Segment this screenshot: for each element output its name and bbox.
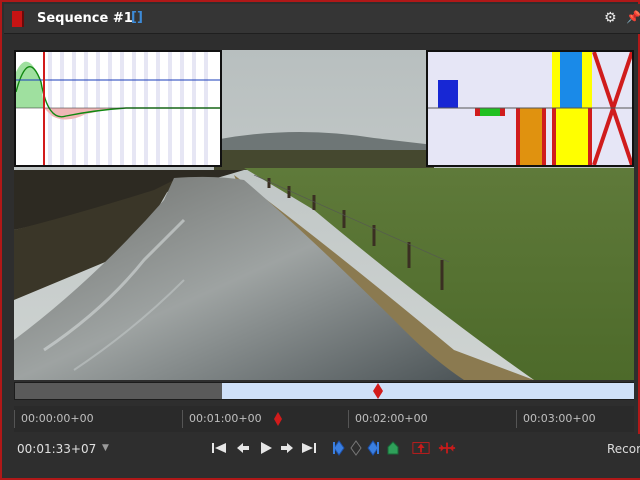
cut-out-button[interactable] — [438, 438, 456, 458]
pin-icon[interactable]: 📌 — [626, 10, 640, 24]
next-mark-button[interactable] — [364, 438, 382, 458]
ruler-tick: 00:01:00+00 — [182, 410, 262, 428]
empty-diamond-icon — [350, 440, 362, 456]
play-icon — [261, 442, 272, 454]
go-to-start-button[interactable] — [210, 438, 228, 458]
levels-overlay — [426, 50, 634, 167]
clear-mark-button[interactable] — [347, 438, 365, 458]
set-mark-button[interactable] — [330, 438, 348, 458]
ruler-tick: 00:03:00+00 — [516, 410, 596, 428]
title-bar: Sequence #1 [] ⚙ 📌 — [4, 4, 640, 34]
go-to-end-button[interactable] — [300, 438, 318, 458]
sequence-window: Sequence #1 [] ⚙ 📌 00:00:00+00 00:01:00+… — [0, 0, 640, 480]
arrow-right-icon — [281, 443, 293, 453]
ruler-tick: 00:00:00+00 — [14, 410, 94, 428]
skip-back-icon — [212, 443, 226, 453]
playhead-marker-icon[interactable] — [373, 383, 383, 399]
step-back-button[interactable] — [234, 438, 252, 458]
response-curve-graph — [15, 52, 220, 165]
sequence-flag-icon — [12, 11, 24, 27]
ruler-tick: 00:02:00+00 — [348, 410, 428, 428]
current-timecode[interactable]: 00:01:33+07 — [17, 442, 96, 456]
record-label[interactable]: Recor — [607, 442, 640, 456]
time-ruler[interactable]: 00:00:00+00 00:01:00+00 00:02:00+00 00:0… — [14, 406, 634, 432]
title-bracket[interactable]: [] — [131, 10, 143, 25]
settings-gears-icon[interactable]: ⚙ — [604, 10, 617, 26]
transport-bar: 00:01:33+07 ▼ Recor — [4, 434, 640, 478]
mark-next-icon — [367, 440, 379, 456]
scrub-bar[interactable] — [14, 382, 634, 400]
skip-forward-icon — [302, 443, 316, 453]
step-forward-button[interactable] — [278, 438, 296, 458]
drop-marker-button[interactable] — [384, 438, 402, 458]
marker-house-icon — [387, 441, 399, 455]
play-button[interactable] — [257, 438, 275, 458]
arrow-left-icon — [237, 443, 249, 453]
cut-in-icon — [412, 442, 430, 454]
cut-in-button[interactable] — [412, 438, 430, 458]
ruler-playhead-icon[interactable] — [274, 412, 282, 426]
window-title: Sequence #1 — [37, 11, 133, 26]
color-levels-graph — [428, 51, 634, 166]
mark-diamond-icon — [333, 440, 345, 456]
signal-graph-overlay — [14, 50, 222, 167]
timecode-dropdown-icon[interactable]: ▼ — [102, 443, 109, 453]
cut-out-icon — [438, 442, 456, 454]
scrub-loaded-region — [222, 383, 634, 399]
